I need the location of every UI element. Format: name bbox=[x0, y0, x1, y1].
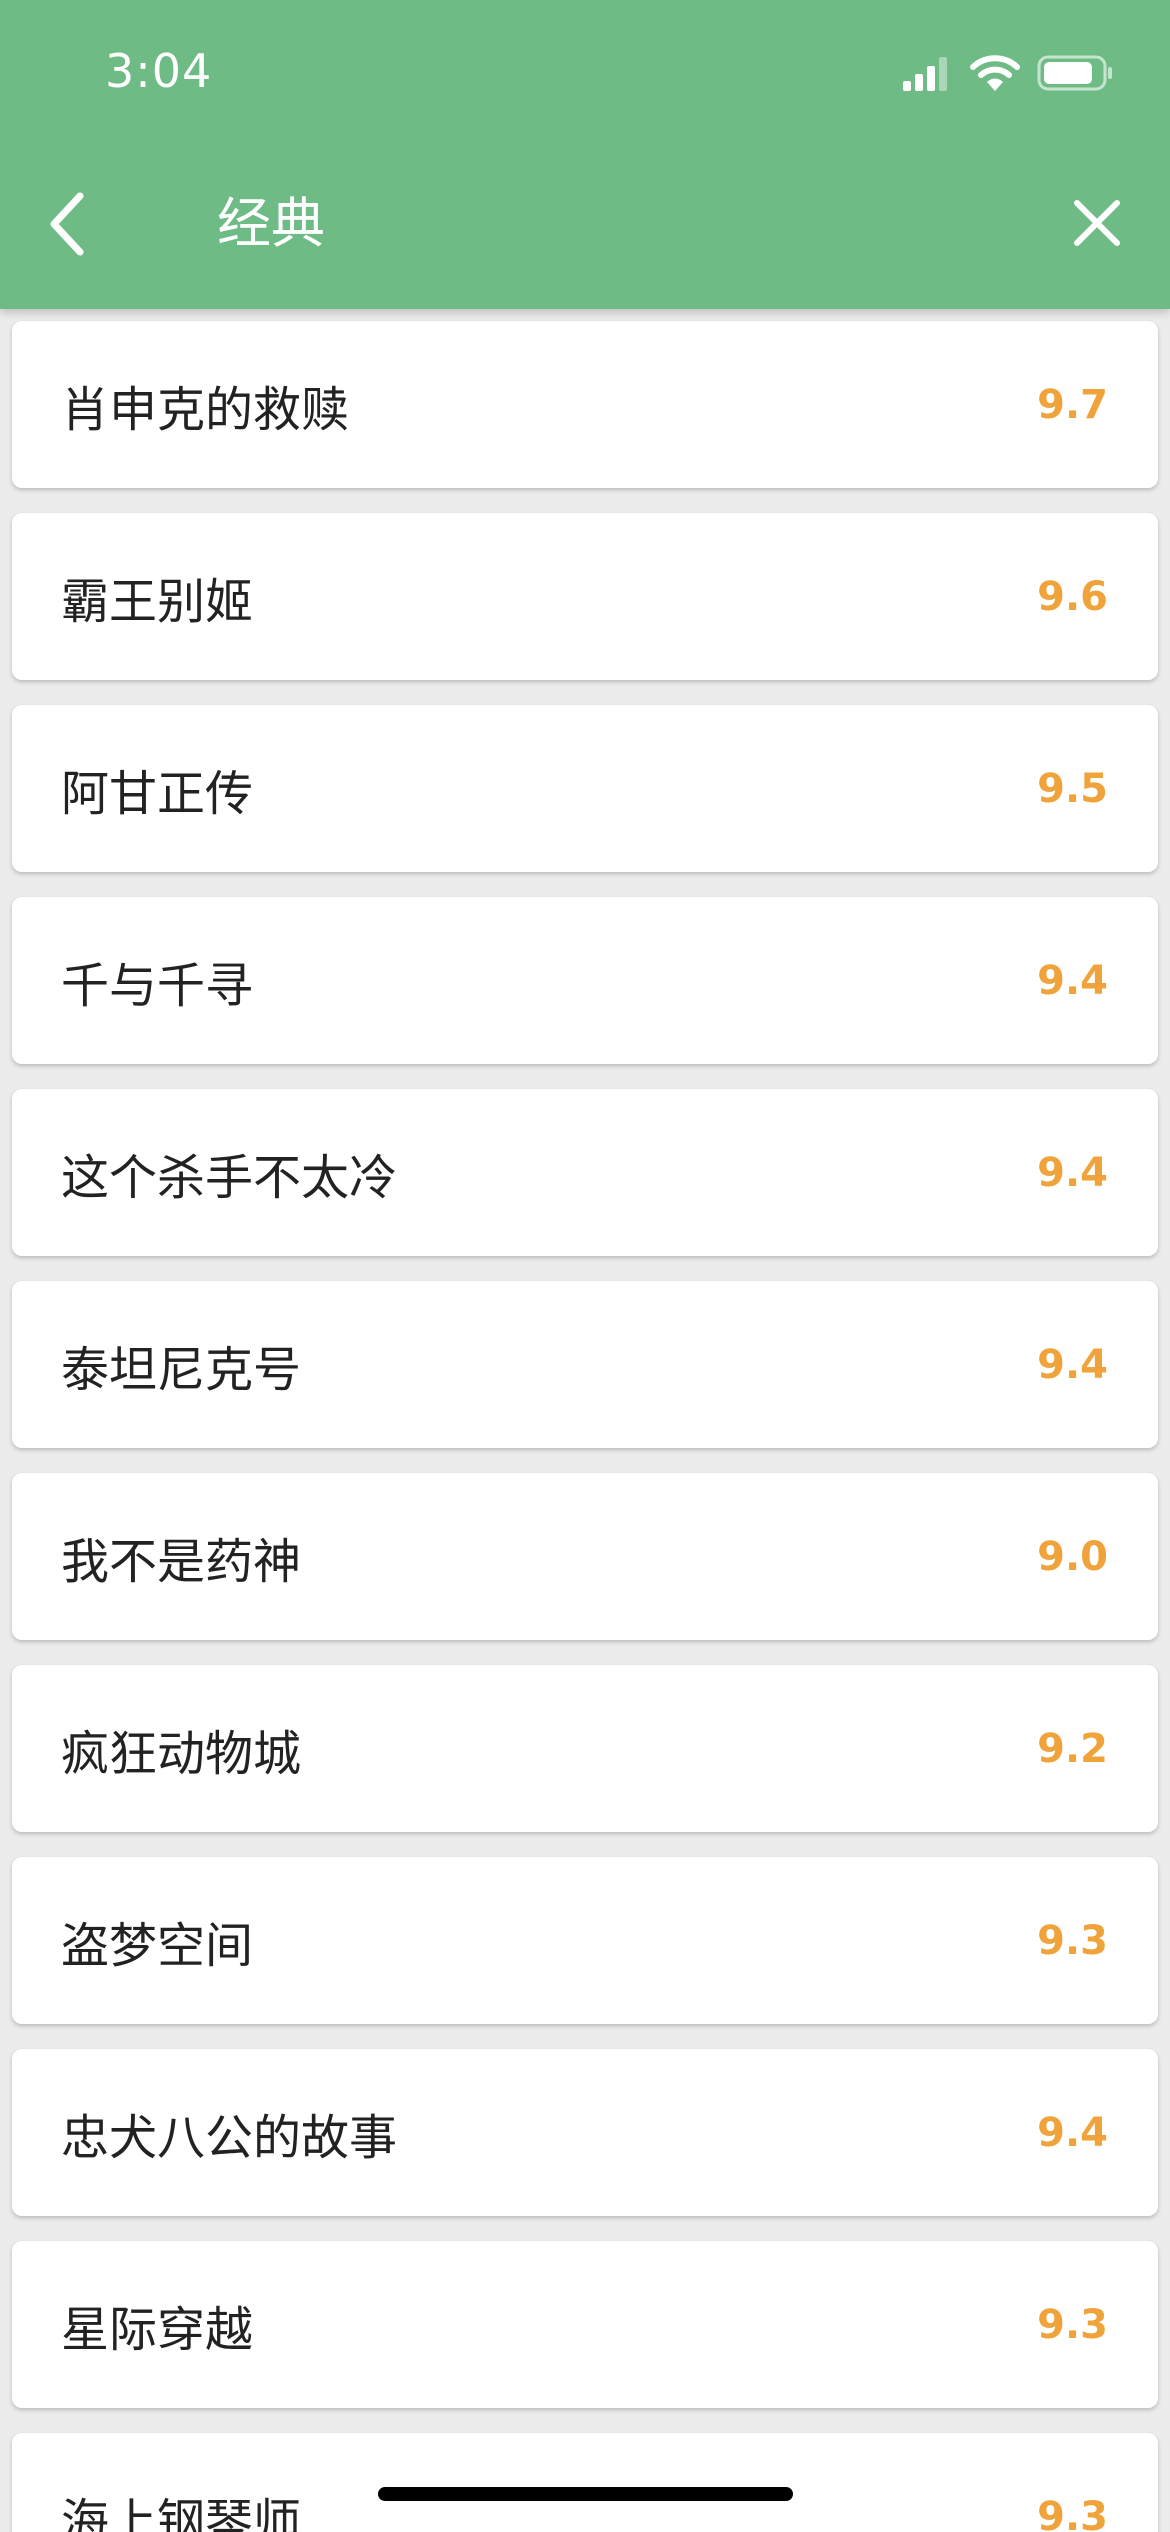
signal-bars-icon bbox=[903, 57, 947, 91]
home-indicator[interactable] bbox=[378, 2487, 793, 2501]
chevron-left-icon[interactable] bbox=[40, 188, 100, 260]
movie-title: 疯狂动物城 bbox=[61, 1725, 302, 1782]
movie-title: 泰坦尼克号 bbox=[61, 1341, 302, 1398]
list-item[interactable]: 阿甘正传 9.5 bbox=[12, 705, 1158, 872]
movie-score: 9.2 bbox=[1037, 1725, 1108, 1772]
list-item[interactable]: 星际穿越 9.3 bbox=[12, 2241, 1158, 2408]
page-title: 经典 bbox=[217, 192, 325, 255]
movie-title: 肖申克的救赎 bbox=[61, 381, 350, 438]
nav-bar: 3:04 经典 bbox=[0, 0, 1170, 309]
list-item[interactable]: 我不是药神 9.0 bbox=[12, 1473, 1158, 1640]
movie-score: 9.3 bbox=[1037, 1917, 1108, 1964]
movie-title: 星际穿越 bbox=[61, 2301, 254, 2358]
list-item[interactable]: 忠犬八公的故事 9.4 bbox=[12, 2049, 1158, 2216]
movie-score: 9.6 bbox=[1037, 573, 1108, 620]
movie-score: 9.4 bbox=[1037, 957, 1108, 1004]
status-time: 3:04 bbox=[105, 44, 213, 98]
movie-score: 9.4 bbox=[1037, 2109, 1108, 2156]
movie-score: 9.3 bbox=[1037, 2493, 1108, 2532]
list-item[interactable]: 霸王别姬 9.6 bbox=[12, 513, 1158, 680]
movie-title: 霸王别姬 bbox=[61, 573, 254, 630]
list-item[interactable]: 千与千寻 9.4 bbox=[12, 897, 1158, 1064]
list-item[interactable]: 疯狂动物城 9.2 bbox=[12, 1665, 1158, 1832]
movie-score: 9.4 bbox=[1037, 1341, 1108, 1388]
movie-score: 9.5 bbox=[1037, 765, 1108, 812]
movie-score: 9.7 bbox=[1037, 381, 1108, 428]
movie-score: 9.0 bbox=[1037, 1533, 1108, 1580]
movie-title: 千与千寻 bbox=[61, 957, 254, 1014]
movie-score: 9.4 bbox=[1037, 1149, 1108, 1196]
wifi-icon bbox=[970, 55, 1020, 91]
movie-title: 海上钢琴师 bbox=[61, 2493, 302, 2532]
list-item[interactable]: 泰坦尼克号 9.4 bbox=[12, 1281, 1158, 1448]
movie-title: 盗梦空间 bbox=[61, 1917, 254, 1974]
movie-title: 阿甘正传 bbox=[61, 765, 254, 822]
list-item[interactable]: 海上钢琴师 9.3 bbox=[12, 2433, 1158, 2532]
movie-title: 这个杀手不太冷 bbox=[61, 1149, 398, 1206]
battery-icon bbox=[1037, 55, 1112, 91]
movie-title: 忠犬八公的故事 bbox=[61, 2109, 398, 2166]
list-item[interactable]: 盗梦空间 9.3 bbox=[12, 1857, 1158, 2024]
close-icon[interactable] bbox=[1069, 195, 1125, 251]
movie-list[interactable]: 肖申克的救赎 9.7 霸王别姬 9.6 阿甘正传 9.5 千与千寻 9.4 这个… bbox=[0, 309, 1170, 2532]
movie-title: 我不是药神 bbox=[61, 1533, 302, 1590]
status-icons bbox=[901, 50, 1115, 96]
movie-score: 9.3 bbox=[1037, 2301, 1108, 2348]
list-item[interactable]: 这个杀手不太冷 9.4 bbox=[12, 1089, 1158, 1256]
list-item[interactable]: 肖申克的救赎 9.7 bbox=[12, 321, 1158, 488]
